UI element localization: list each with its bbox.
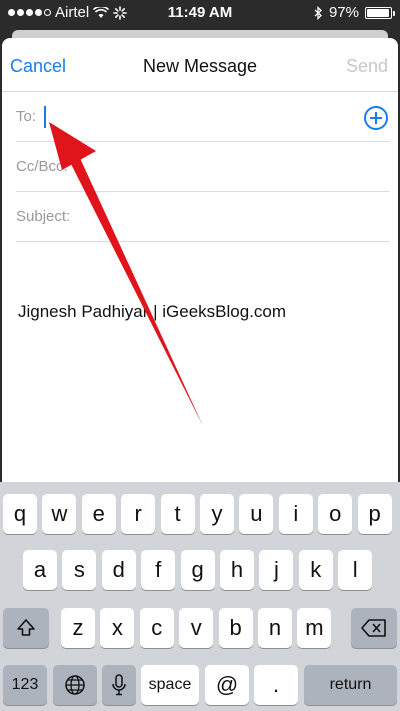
- key-h[interactable]: h: [220, 550, 254, 590]
- key-j[interactable]: j: [259, 550, 294, 590]
- space-key[interactable]: space: [141, 665, 199, 705]
- key-o[interactable]: o: [318, 494, 353, 534]
- return-key[interactable]: return: [304, 665, 397, 705]
- cc-bcc-field[interactable]: Cc/Bcc:: [16, 142, 390, 192]
- key-t[interactable]: t: [160, 494, 195, 534]
- battery-icon: [365, 6, 395, 19]
- cc-bcc-label: Cc/Bcc:: [16, 158, 68, 175]
- microphone-icon: [112, 674, 126, 696]
- globe-icon: [65, 675, 85, 695]
- at-key[interactable]: @: [205, 665, 249, 705]
- status-bar: Airtel 11:49 AM 97%: [0, 0, 400, 26]
- battery-percent: 97%: [328, 4, 359, 21]
- key-c[interactable]: c: [139, 608, 174, 648]
- key-x[interactable]: x: [100, 608, 135, 648]
- compose-nav-bar: Cancel New Message Send: [2, 38, 398, 92]
- key-v[interactable]: v: [179, 608, 214, 648]
- key-d[interactable]: d: [101, 550, 136, 590]
- to-label: To:: [16, 108, 37, 125]
- battery-fill: [367, 8, 389, 17]
- key-w[interactable]: w: [42, 494, 77, 534]
- key-g[interactable]: g: [180, 550, 215, 590]
- key-a[interactable]: a: [23, 550, 57, 590]
- backspace-key[interactable]: [351, 608, 397, 648]
- key-n[interactable]: n: [258, 608, 292, 648]
- key-f[interactable]: f: [141, 550, 176, 590]
- key-k[interactable]: k: [298, 550, 333, 590]
- bluetooth-icon: [314, 5, 322, 20]
- message-signature[interactable]: Jignesh Padhiyar | iGeeksBlog.com: [18, 302, 286, 322]
- send-button[interactable]: Send: [346, 56, 388, 77]
- key-r[interactable]: r: [121, 494, 156, 534]
- add-contact-icon[interactable]: [364, 106, 388, 130]
- numbers-key[interactable]: 123: [3, 665, 47, 705]
- shift-key[interactable]: [3, 608, 49, 648]
- key-m[interactable]: m: [297, 608, 332, 648]
- screen: Airtel 11:49 AM 97% Cancel New Message S…: [0, 0, 400, 711]
- status-right: 97%: [314, 4, 395, 21]
- dictation-key[interactable]: [102, 665, 136, 705]
- backspace-icon: [361, 619, 386, 637]
- key-i[interactable]: i: [278, 494, 313, 534]
- key-s[interactable]: s: [62, 550, 97, 590]
- key-e[interactable]: e: [81, 494, 116, 534]
- key-b[interactable]: b: [218, 608, 253, 648]
- page-title: New Message: [142, 56, 258, 76]
- to-field[interactable]: To:: [16, 92, 390, 142]
- subject-field[interactable]: Subject:: [16, 192, 390, 242]
- text-cursor: [44, 106, 46, 128]
- key-z[interactable]: z: [61, 608, 95, 648]
- key-u[interactable]: u: [239, 494, 274, 534]
- key-q[interactable]: q: [3, 494, 37, 534]
- subject-label: Subject:: [16, 208, 71, 225]
- key-p[interactable]: p: [357, 494, 392, 534]
- key-y[interactable]: y: [200, 494, 234, 534]
- shift-icon: [17, 619, 35, 636]
- key-l[interactable]: l: [338, 550, 373, 590]
- keyboard: qwertyuiop asdfghjkl zxcvbnm 123 space @…: [0, 482, 400, 711]
- dot-key[interactable]: .: [254, 665, 298, 705]
- globe-key[interactable]: [53, 665, 97, 705]
